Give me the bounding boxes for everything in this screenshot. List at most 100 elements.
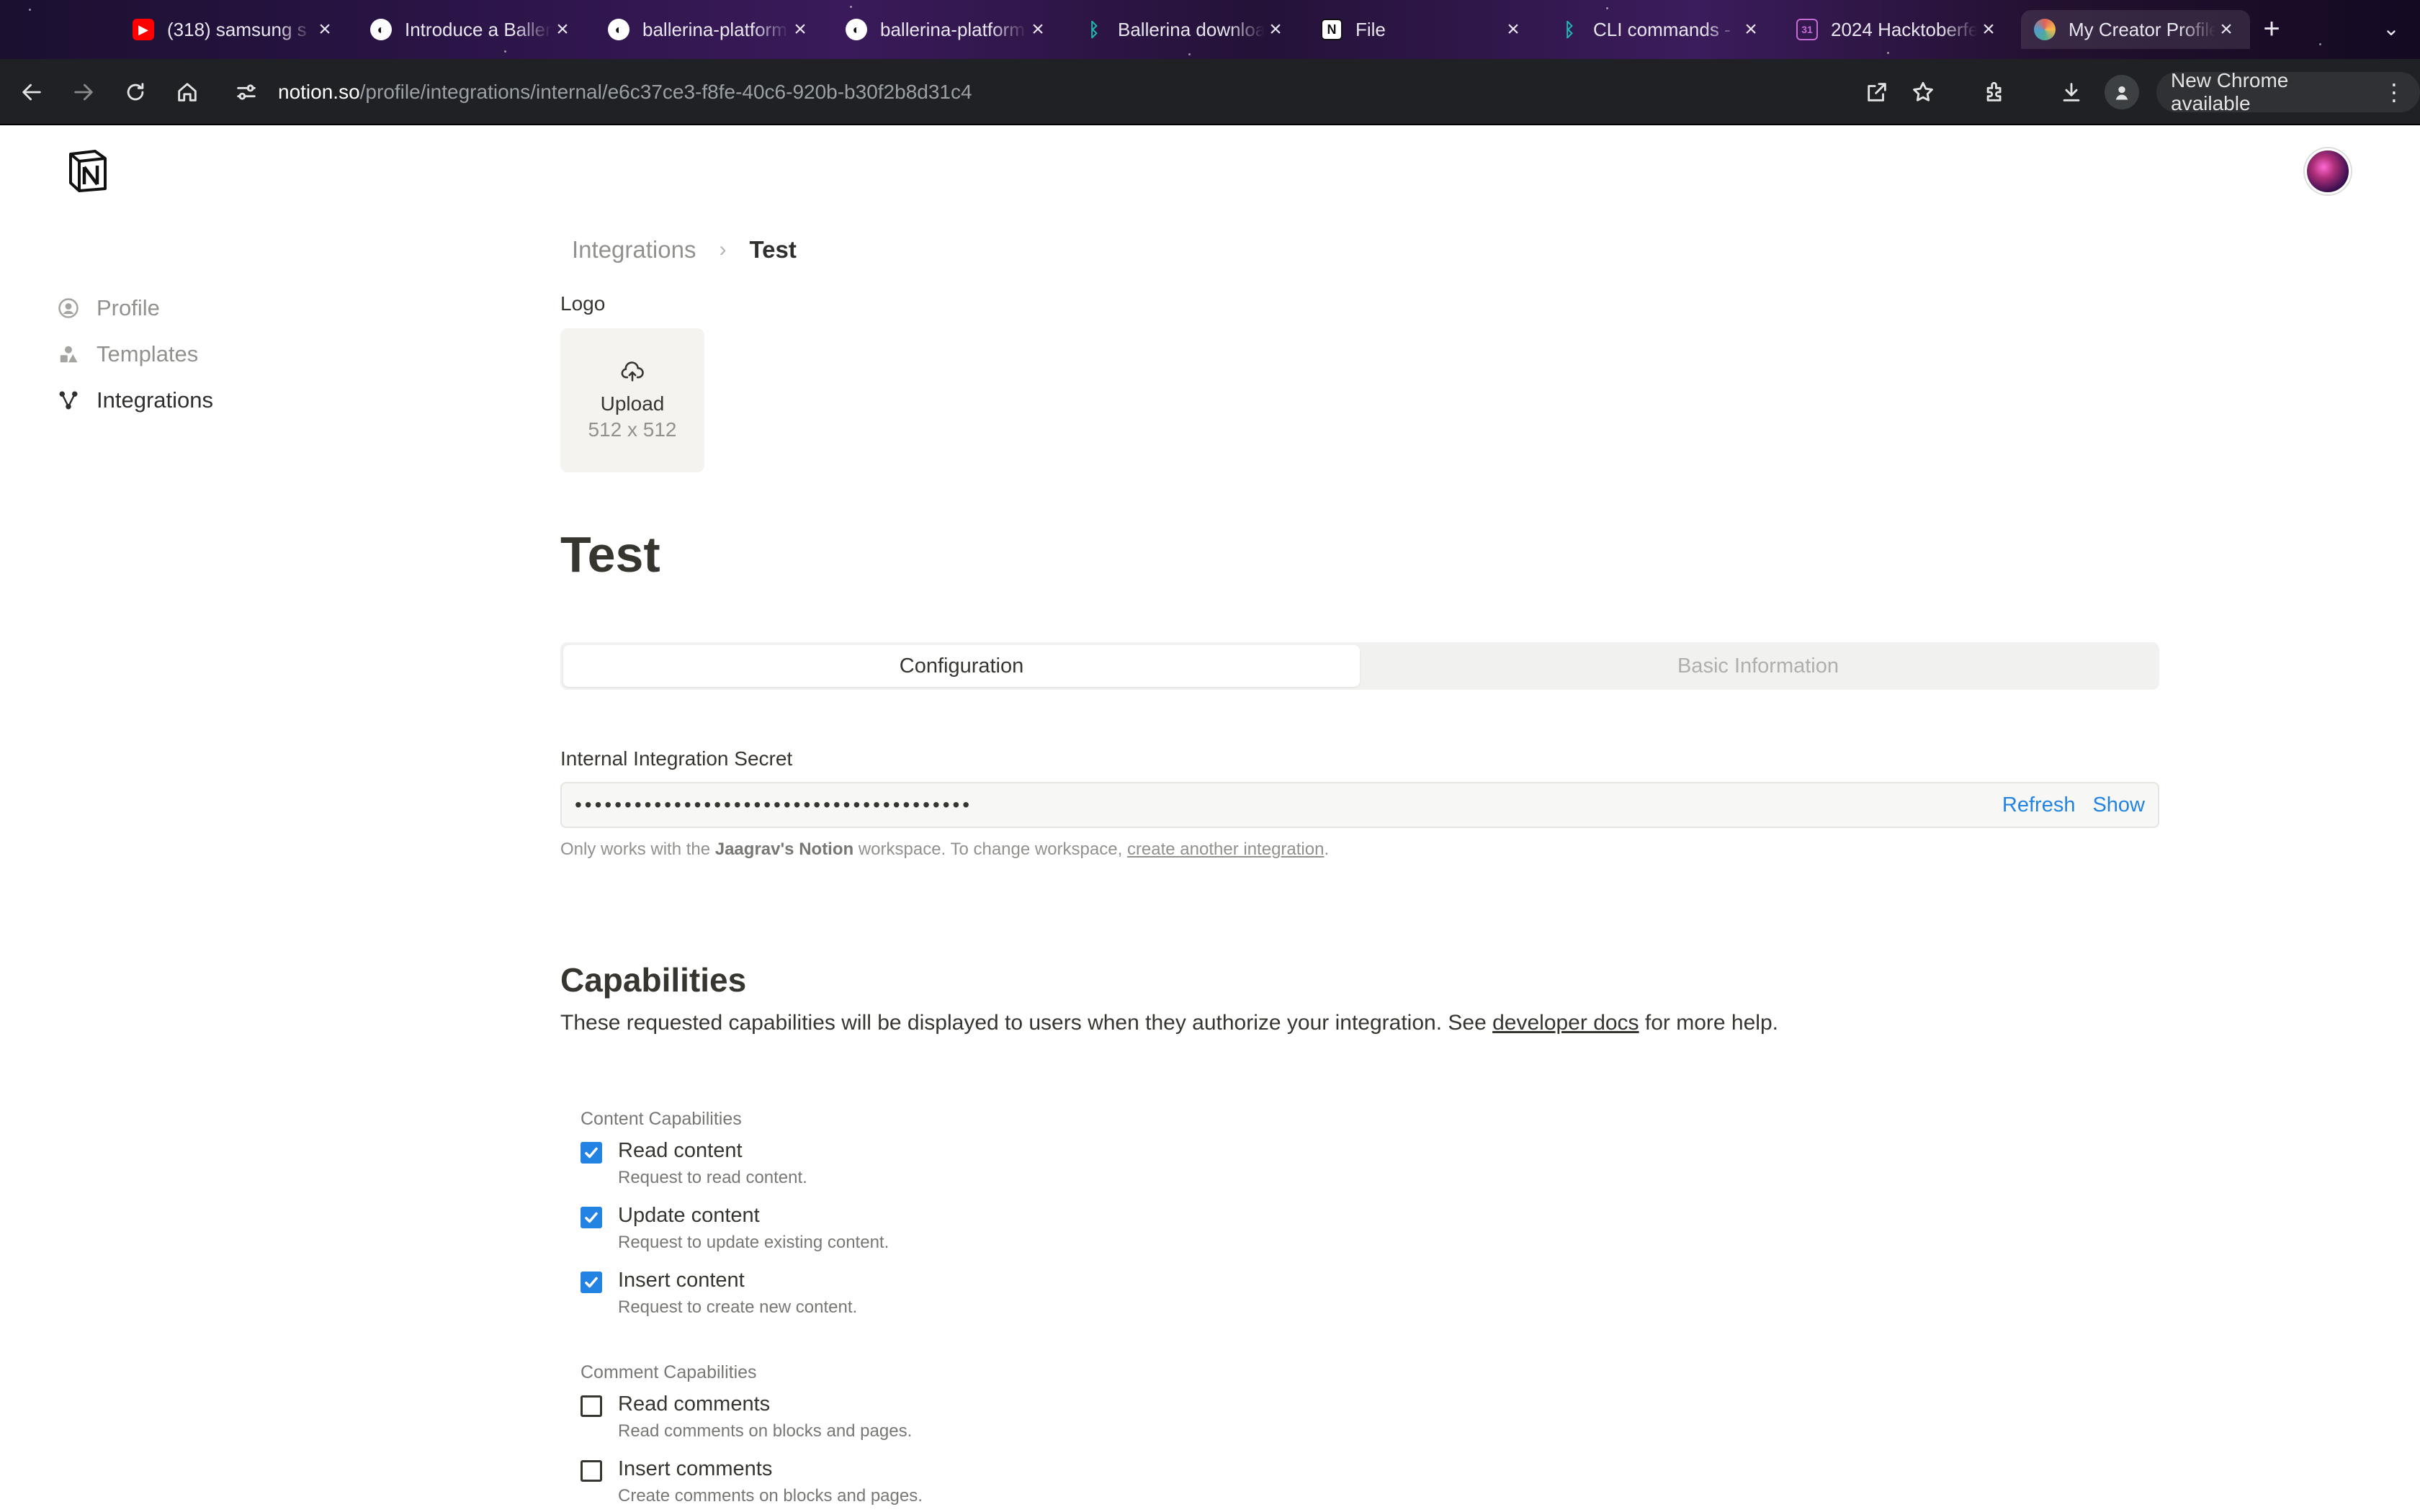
new-chrome-label: New Chrome available (2171, 69, 2289, 114)
checkmark-icon (585, 1277, 598, 1288)
bookmark-star-icon[interactable] (1906, 75, 1940, 109)
browser-tab[interactable]: ᛒ Ballerina download × (1070, 10, 1299, 49)
home-icon[interactable] (170, 75, 205, 109)
cloud-upload-icon (620, 360, 645, 388)
close-tab-icon[interactable]: × (1740, 19, 1762, 40)
settings-sidebar: Profile Templates Integrations (56, 285, 213, 423)
desc-prefix: These requested capabilities will be dis… (560, 1011, 1493, 1035)
sidebar-item-label: Templates (97, 341, 199, 366)
tab-title: CLI commands - (1593, 18, 1731, 40)
capability-description: Request to create new content. (618, 1297, 858, 1317)
secret-masked-value: •••••••••••••••••••••••••••••••••••••••• (575, 793, 973, 816)
close-tab-icon[interactable]: × (1978, 19, 1999, 40)
capability-name: Read comments (618, 1392, 771, 1416)
chrome-profile-avatar[interactable] (2105, 75, 2139, 109)
desc-suffix: for more help. (1639, 1011, 1778, 1035)
templates-icon (56, 342, 81, 366)
close-tab-icon[interactable]: × (1265, 19, 1286, 40)
tab-title: ballerina-platform (642, 18, 787, 40)
help-prefix: Only works with the (560, 840, 715, 859)
sidebar-item-label: Integrations (97, 387, 213, 413)
checkbox-checked[interactable] (581, 1272, 602, 1293)
address-bar[interactable]: notion.so/profile/integrations/internal/… (223, 69, 2002, 115)
capabilities-heading: Capabilities (560, 961, 747, 999)
capability-description: Request to update existing content. (618, 1233, 889, 1252)
checkbox-unchecked[interactable] (581, 1460, 602, 1482)
sidebar-item-profile[interactable]: Profile (56, 285, 213, 331)
close-tab-icon[interactable]: × (1027, 19, 1049, 40)
sidebar-item-templates[interactable]: Templates (56, 331, 213, 377)
site-info-icon[interactable] (223, 69, 269, 115)
page-title: Test (560, 526, 660, 582)
close-tab-icon[interactable]: × (2215, 19, 2237, 40)
browser-tab[interactable]: ▶ (318) samsung s × (120, 10, 349, 49)
new-chrome-available-button[interactable]: New Chrome available ⋮ (2156, 69, 2420, 114)
checkbox-checked[interactable] (581, 1207, 602, 1228)
capabilities-description: These requested capabilities will be dis… (560, 1011, 1778, 1035)
forward-icon[interactable] (66, 75, 101, 109)
open-in-new-window-icon[interactable] (1860, 75, 1894, 109)
breadcrumb: Integrations › Test (572, 236, 797, 264)
close-tab-icon[interactable]: × (314, 19, 336, 40)
ballerina-icon: ᛒ (1088, 18, 1100, 40)
close-tab-icon[interactable]: × (1502, 19, 1524, 40)
browser-tab[interactable]: ᛒ CLI commands - × (1546, 10, 1775, 49)
capability-name: Read content (618, 1139, 743, 1162)
checkmark-icon (585, 1212, 598, 1223)
browser-tab[interactable]: 31 2024 Hacktoberfest × (1783, 10, 2012, 49)
youtube-icon: ▶ (133, 19, 154, 40)
create-another-integration-link[interactable]: create another integration (1127, 840, 1325, 859)
checkmark-icon (585, 1147, 598, 1158)
tab-title: 2024 Hacktoberfest (1831, 18, 1978, 40)
tab-title: My Creator Profile (2069, 18, 2215, 40)
tab-title: ballerina-platform (880, 18, 1025, 40)
browser-tab[interactable]: ◐ Introduce a Ballerina × (357, 10, 586, 49)
url-path: /profile/integrations/internal/e6c37ce3-… (359, 81, 972, 103)
extensions-icon[interactable] (1978, 75, 2012, 109)
show-secret-button[interactable]: Show (2092, 793, 2145, 817)
logo-label: Logo (560, 292, 606, 315)
integration-secret-field[interactable]: ••••••••••••••••••••••••••••••••••••••••… (560, 782, 2159, 828)
logo-upload-button[interactable]: Upload 512 x 512 (560, 328, 704, 472)
browser-tab[interactable]: ◐ ballerina-platform × (833, 10, 1062, 49)
secret-label: Internal Integration Secret (560, 747, 793, 770)
tab-basic-information[interactable]: Basic Information (1360, 645, 2156, 687)
browser-tab[interactable]: ◐ ballerina-platform × (595, 10, 824, 49)
breadcrumb-current: Test (749, 236, 797, 263)
checkbox-checked[interactable] (581, 1142, 602, 1164)
tab-search-chevron-icon[interactable]: ⌄ (2377, 14, 2406, 43)
user-avatar[interactable] (2305, 148, 2351, 194)
refresh-secret-button[interactable]: Refresh (2002, 793, 2076, 817)
kebab-menu-icon[interactable]: ⋮ (2383, 81, 2406, 104)
chevron-right-icon: › (719, 238, 727, 261)
browser-tab-active[interactable]: My Creator Profile × (2021, 10, 2250, 49)
developer-docs-link[interactable]: developer docs (1492, 1011, 1639, 1035)
reload-icon[interactable] (118, 75, 153, 109)
tab-configuration[interactable]: Configuration (563, 645, 1360, 687)
content-capabilities-label: Content Capabilities (581, 1109, 742, 1129)
capability-name: Update content (618, 1204, 760, 1227)
breadcrumb-integrations-link[interactable]: Integrations (572, 236, 696, 264)
browser-toolbar: notion.so/profile/integrations/internal/… (0, 59, 2420, 125)
integration-tabs: Configuration Basic Information (560, 642, 2159, 690)
new-tab-button[interactable]: + (2254, 14, 2289, 43)
github-icon: ◐ (370, 19, 392, 40)
checkbox-unchecked[interactable] (581, 1395, 602, 1417)
capability-name: Insert content (618, 1269, 745, 1292)
capability-description: Read comments on blocks and pages. (618, 1421, 913, 1441)
github-icon: ◐ (608, 19, 629, 40)
back-icon[interactable] (14, 75, 49, 109)
capability-description: Create comments on blocks and pages. (618, 1486, 923, 1506)
close-tab-icon[interactable]: × (789, 19, 811, 40)
notion-logo-icon[interactable] (66, 148, 109, 193)
download-icon[interactable] (2054, 75, 2089, 109)
browser-tab-strip: ▶ (318) samsung s × ◐ Introduce a Baller… (0, 0, 2420, 59)
notion-page: Profile Templates Integrations Integrati… (0, 127, 2420, 1512)
browser-tab[interactable]: N File × (1308, 10, 1537, 49)
notion-multicolor-icon (2034, 19, 2056, 40)
sidebar-item-integrations[interactable]: Integrations (56, 377, 213, 423)
close-tab-icon[interactable]: × (552, 19, 573, 40)
comment-capabilities-label: Comment Capabilities (581, 1362, 757, 1382)
sidebar-item-label: Profile (97, 295, 160, 320)
workspace-help-text: Only works with the Jaagrav's Notion wor… (560, 840, 1329, 860)
